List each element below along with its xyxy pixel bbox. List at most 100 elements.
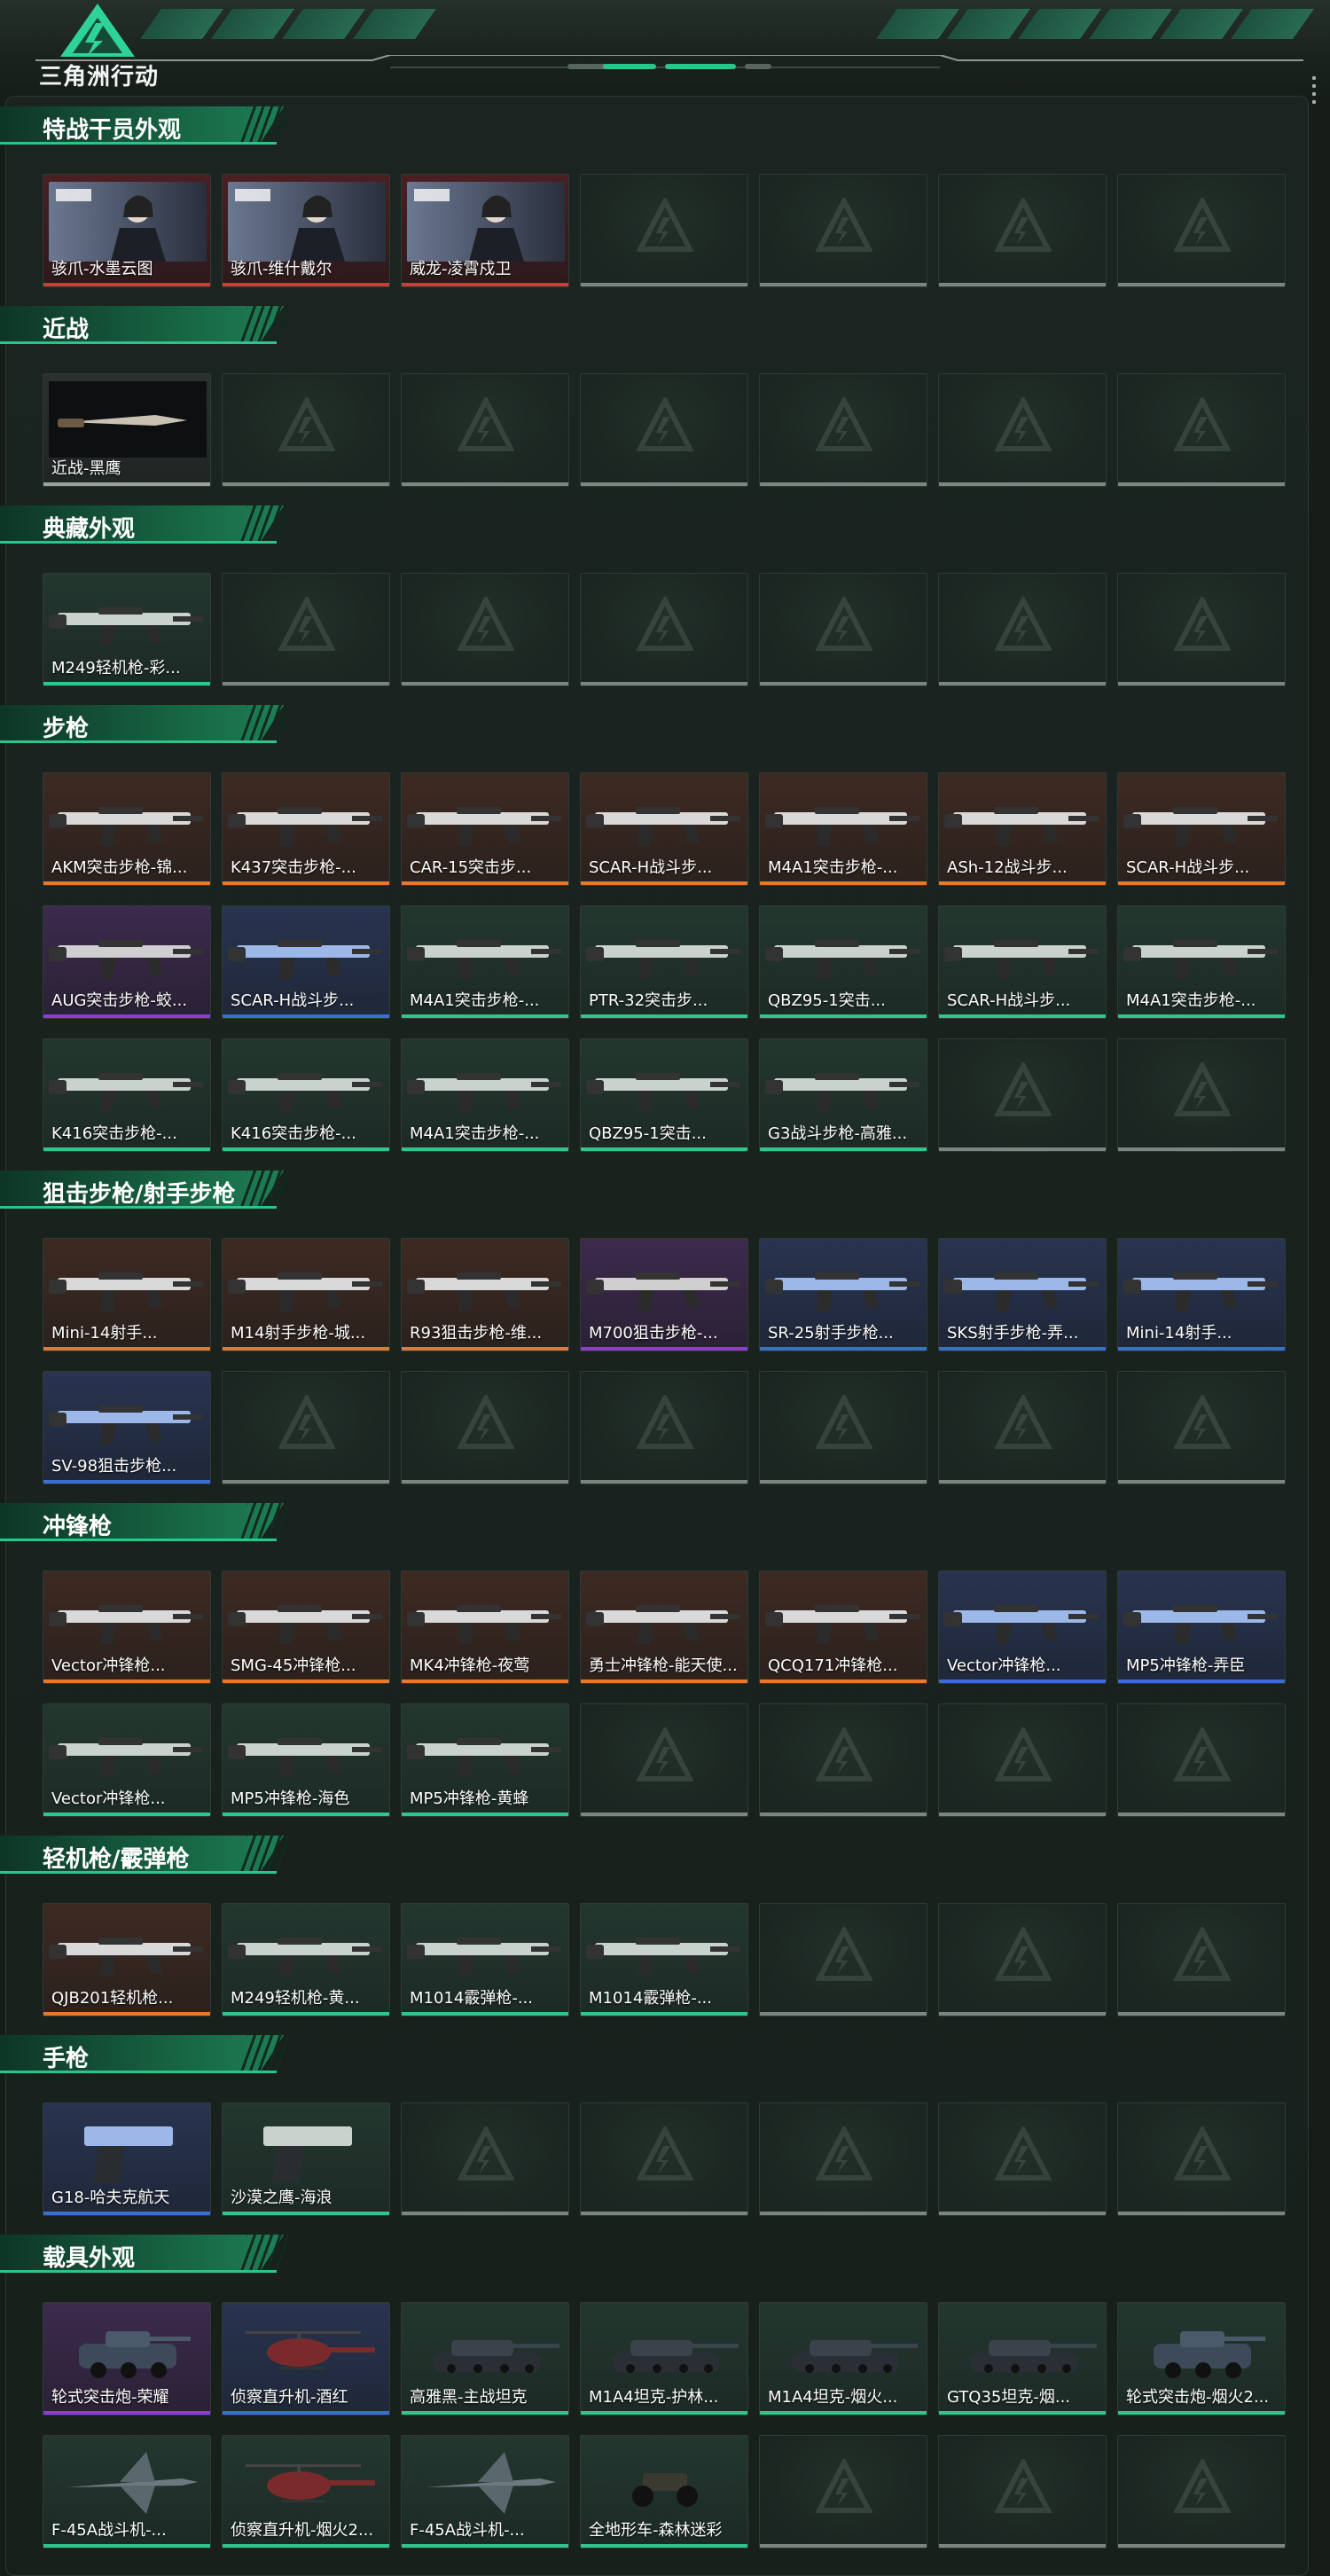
rarity-bar [43, 1347, 210, 1351]
item-card[interactable]: M1A4坦克-护林... [580, 2302, 748, 2415]
rarity-bar [581, 881, 747, 885]
item-card[interactable]: SCAR-H战斗步... [222, 905, 390, 1019]
rarity-bar [402, 2012, 568, 2016]
item-card[interactable]: M249轻机枪-黄... [222, 1903, 390, 2016]
rarity-bar [223, 682, 389, 685]
item-card[interactable]: 沙漠之鹰-海浪 [222, 2102, 390, 2216]
item-card[interactable]: M4A1突击步枪-... [1117, 905, 1286, 1019]
rarity-bar [402, 1679, 568, 1683]
delta-watermark-icon [815, 1924, 873, 1984]
item-label: G3战斗步枪-高雅... [768, 1124, 908, 1143]
item-card[interactable]: Vector冲锋枪... [938, 1570, 1107, 1684]
item-card[interactable]: SCAR-H战斗步... [580, 772, 748, 886]
item-card[interactable]: K416突击步枪-... [43, 1038, 211, 1152]
rarity-bar [43, 2544, 210, 2548]
item-card[interactable]: 近战-黑鹰 [43, 373, 211, 487]
item-card[interactable]: M700狙击步枪-... [580, 1238, 748, 1351]
item-card[interactable]: 勇士冲锋枪-能天使... [580, 1570, 748, 1684]
item-card[interactable]: 轮式突击炮-烟火2... [1117, 2302, 1286, 2415]
item-card[interactable]: 轮式突击炮-荣耀 [43, 2302, 211, 2415]
item-card[interactable]: ASh-12战斗步... [938, 772, 1107, 886]
item-label: AKM突击步枪-锦... [51, 858, 188, 877]
item-card[interactable]: G18-哈夫克航天 [43, 2102, 211, 2216]
item-card[interactable]: R93狙击步枪-维... [401, 1238, 569, 1351]
rarity-bar [760, 2544, 927, 2548]
item-card[interactable]: M14射手步枪-城... [222, 1238, 390, 1351]
item-card[interactable]: QBZ95-1突击... [580, 1038, 748, 1152]
item-label: K416突击步枪-... [231, 1124, 356, 1143]
item-card[interactable]: Mini-14射手... [1117, 1238, 1286, 1351]
item-card[interactable]: K437突击步枪-... [222, 772, 390, 886]
item-card[interactable]: 骇爪-维什戴尔 [222, 174, 390, 287]
rarity-bar [1118, 1480, 1285, 1484]
item-card[interactable]: MP5冲锋枪-弄臣 [1117, 1570, 1286, 1684]
item-label: MP5冲锋枪-海色 [231, 1789, 350, 1808]
item-card[interactable]: Vector冲锋枪... [43, 1703, 211, 1817]
empty-slot [580, 2102, 748, 2216]
item-card[interactable]: SCAR-H战斗步... [1117, 772, 1286, 886]
item-card[interactable]: 侦察直升机-烟火2... [222, 2435, 390, 2549]
rarity-bar [1118, 1147, 1285, 1151]
item-card[interactable]: M4A1突击步枪-... [401, 1038, 569, 1152]
rarity-bar [939, 1480, 1106, 1484]
item-card[interactable]: Mini-14射手... [43, 1238, 211, 1351]
item-card[interactable]: K416突击步枪-... [222, 1038, 390, 1152]
delta-watermark-icon [1173, 395, 1232, 454]
delta-watermark-icon [636, 1392, 694, 1452]
item-card[interactable]: GTQ35坦克-烟... [938, 2302, 1107, 2415]
item-card[interactable]: SV-98狙击步枪... [43, 1371, 211, 1484]
item-card[interactable]: F-45A战斗机-... [43, 2435, 211, 2549]
item-card[interactable]: CAR-15突击步... [401, 772, 569, 886]
empty-slot [938, 1703, 1107, 1817]
item-card[interactable]: QCQ171冲锋枪... [759, 1570, 927, 1684]
rarity-bar [223, 2544, 389, 2548]
rarity-bar [760, 283, 927, 286]
item-card[interactable]: M4A1突击步枪-... [759, 772, 927, 886]
item-card[interactable]: SMG-45冲锋枪... [222, 1570, 390, 1684]
item-card[interactable]: QJB201轻机枪... [43, 1903, 211, 2016]
item-card[interactable]: M1A4坦克-烟火... [759, 2302, 927, 2415]
item-card[interactable]: 全地形车-森林迷彩 [580, 2435, 748, 2549]
scroll-indicator[interactable] [1312, 76, 1318, 108]
empty-slot [1117, 1038, 1286, 1152]
empty-slot [580, 1371, 748, 1484]
item-card[interactable]: M1014霰弹枪-... [580, 1903, 748, 2016]
rarity-bar [43, 2411, 210, 2415]
item-card[interactable]: QBZ95-1突击... [759, 905, 927, 1019]
item-card[interactable]: AUG突击步枪-蛟... [43, 905, 211, 1019]
item-card[interactable]: 高雅黑-主战坦克 [401, 2302, 569, 2415]
item-card[interactable]: 骇爪-水墨云图 [43, 174, 211, 287]
item-card[interactable]: MK4冲锋枪-夜莺 [401, 1570, 569, 1684]
item-card[interactable]: AKM突击步枪-锦... [43, 772, 211, 886]
item-card[interactable]: Vector冲锋枪... [43, 1570, 211, 1684]
rarity-bar [402, 1014, 568, 1018]
rarity-bar [760, 482, 927, 486]
section-title: 步枪 [43, 716, 90, 742]
item-card[interactable]: M4A1突击步枪-... [401, 905, 569, 1019]
item-card[interactable]: G3战斗步枪-高雅... [759, 1038, 927, 1152]
item-card[interactable]: MP5冲锋枪-海色 [222, 1703, 390, 1817]
item-card[interactable]: PTR-32突击步... [580, 905, 748, 1019]
item-card[interactable]: MP5冲锋枪-黄蜂 [401, 1703, 569, 1817]
item-card[interactable]: M249轻机枪-彩... [43, 573, 211, 686]
rarity-bar [402, 1347, 568, 1351]
rarity-bar [43, 1679, 210, 1683]
rarity-bar [43, 2012, 210, 2016]
item-card[interactable]: F-45A战斗机-... [401, 2435, 569, 2549]
rarity-bar [43, 1147, 210, 1151]
rarity-bar [1118, 283, 1285, 286]
item-card[interactable]: 侦察直升机-酒红 [222, 2302, 390, 2415]
item-card[interactable]: 威龙-凌霄戍卫 [401, 174, 569, 287]
item-card[interactable]: SR-25射手步枪... [759, 1238, 927, 1351]
item-card[interactable]: SCAR-H战斗步... [938, 905, 1107, 1019]
delta-watermark-icon [1173, 1924, 1232, 1984]
rarity-bar [1118, 1014, 1285, 1018]
empty-slot [759, 1371, 927, 1484]
section-header: 载具外观 [0, 2231, 293, 2273]
item-card[interactable]: M1014霰弹枪-... [401, 1903, 569, 2016]
delta-watermark-icon [1173, 1725, 1232, 1784]
delta-watermark-icon [994, 195, 1052, 254]
item-label: K437突击步枪-... [231, 858, 356, 877]
item-card[interactable]: SKS射手步枪-弄... [938, 1238, 1107, 1351]
delta-watermark-icon [994, 1060, 1052, 1119]
